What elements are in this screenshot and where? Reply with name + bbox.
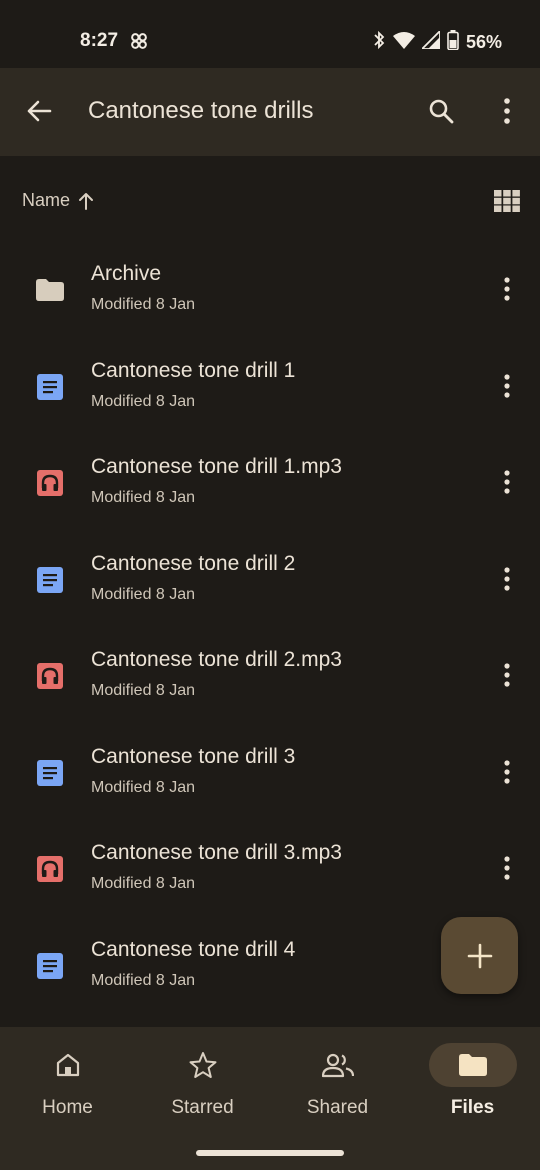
document-icon <box>36 759 64 787</box>
new-item-button[interactable] <box>441 917 518 994</box>
arrow-up-icon <box>79 192 94 210</box>
plus-icon <box>467 943 492 968</box>
people-icon <box>294 1043 382 1087</box>
more-vert-icon <box>504 663 510 687</box>
nav-shared[interactable]: Shared <box>270 1043 405 1133</box>
nav-files[interactable]: Files <box>405 1043 540 1133</box>
status-icons: 56% <box>372 28 502 55</box>
more-vert-icon <box>504 373 510 398</box>
more-vert-icon <box>504 470 510 494</box>
folder-icon <box>428 1043 517 1087</box>
search-icon <box>429 99 454 124</box>
more-vert-icon <box>504 566 510 591</box>
file-name: Archive <box>91 262 162 285</box>
audio-icon <box>36 855 64 883</box>
file-name: Cantonese tone drill 3 <box>91 744 296 768</box>
file-name: Cantonese tone drill 3.mp3 <box>91 841 342 864</box>
document-icon <box>36 566 64 594</box>
nav-label-shared: Shared <box>306 1097 369 1118</box>
list-item[interactable]: Archive Modified 8 Jan <box>0 240 540 337</box>
audio-icon <box>36 469 64 497</box>
more-options-button[interactable] <box>492 851 522 885</box>
file-list: Archive Modified 8 Jan Cantonese tone dr… <box>0 240 540 1012</box>
nav-home[interactable]: Home <box>0 1043 135 1133</box>
bluetooth-icon <box>372 30 386 55</box>
pinwheel-icon <box>128 30 150 57</box>
more-vert-icon <box>504 277 510 301</box>
page-title: Cantonese tone drills <box>88 97 314 124</box>
sort-button[interactable]: Name <box>22 190 94 211</box>
more-options-button[interactable] <box>492 272 522 306</box>
list-item[interactable]: Cantonese tone drill 3.mp3 Modified 8 Ja… <box>0 819 540 916</box>
document-icon <box>36 373 64 401</box>
file-name: Cantonese tone drill 4 <box>91 937 296 961</box>
file-modified: Modified 8 Jan <box>91 778 196 796</box>
status-time: 8:27 <box>80 30 119 51</box>
file-modified: Modified 8 Jan <box>91 392 196 410</box>
file-name: Cantonese tone drill 2.mp3 <box>91 648 342 671</box>
app-bar: Cantonese tone drills <box>0 68 540 156</box>
nav-label-home: Home <box>42 1097 93 1118</box>
more-options-button[interactable] <box>492 755 522 789</box>
file-modified: Modified 8 Jan <box>91 489 196 506</box>
file-modified: Modified 8 Jan <box>91 585 196 603</box>
folder-icon <box>36 276 64 304</box>
nav-label-starred: Starred <box>171 1097 234 1118</box>
more-vert-icon <box>504 759 510 784</box>
home-icon <box>24 1043 112 1087</box>
search-button[interactable] <box>424 94 458 128</box>
more-options-button[interactable] <box>492 562 522 596</box>
file-modified: Modified 8 Jan <box>91 875 196 892</box>
sort-label: Name <box>22 190 71 210</box>
gesture-bar[interactable] <box>196 1150 344 1156</box>
more-options-button[interactable] <box>492 369 522 403</box>
more-options-button[interactable] <box>492 658 522 692</box>
nav-label-files: Files <box>450 1097 495 1118</box>
more-vert-icon <box>504 98 510 124</box>
file-modified: Modified 8 Jan <box>91 296 196 313</box>
signal-icon <box>419 28 441 54</box>
more-vert-icon <box>504 856 510 880</box>
battery-icon <box>447 30 459 55</box>
star-icon <box>159 1043 247 1087</box>
file-name: Cantonese tone drill 2 <box>91 551 296 575</box>
document-icon <box>36 952 64 980</box>
wifi-icon <box>392 31 415 54</box>
more-options-button[interactable] <box>492 465 522 499</box>
back-button[interactable] <box>22 94 56 128</box>
list-item[interactable]: Cantonese tone drill 2.mp3 Modified 8 Ja… <box>0 626 540 723</box>
audio-icon <box>36 662 64 690</box>
battery-percent: 56% <box>465 32 502 52</box>
file-modified: Modified 8 Jan <box>91 971 196 989</box>
nav-starred[interactable]: Starred <box>135 1043 270 1133</box>
back-arrow-icon <box>27 100 52 122</box>
file-modified: Modified 8 Jan <box>91 682 196 699</box>
list-item[interactable]: Cantonese tone drill 2 Modified 8 Jan <box>0 530 540 627</box>
list-item[interactable]: Cantonese tone drill 1 Modified 8 Jan <box>0 337 540 434</box>
status-bar: 8:27 56% <box>0 0 540 68</box>
grid-view-icon <box>494 190 520 212</box>
list-item[interactable]: Cantonese tone drill 1.mp3 Modified 8 Ja… <box>0 433 540 530</box>
more-options-button[interactable] <box>490 94 524 128</box>
sort-row: Name <box>0 170 540 230</box>
bottom-nav: Home Starred Shared Files <box>0 1027 540 1170</box>
file-name: Cantonese tone drill 1.mp3 <box>91 455 342 478</box>
file-name: Cantonese tone drill 1 <box>91 358 296 382</box>
list-item[interactable]: Cantonese tone drill 3 Modified 8 Jan <box>0 723 540 820</box>
grid-view-button[interactable] <box>494 190 520 212</box>
